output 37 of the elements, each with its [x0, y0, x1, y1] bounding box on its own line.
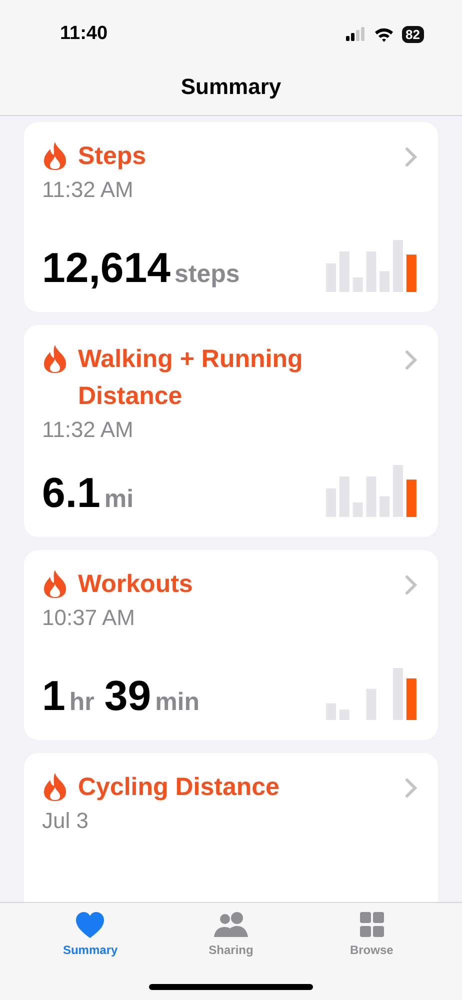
flame-icon	[42, 772, 68, 802]
card-time: 11:32 AM	[42, 417, 134, 443]
page-title: Summary	[180, 74, 282, 100]
metric-unit: min	[155, 688, 200, 717]
people-icon	[212, 911, 250, 939]
flame-icon	[42, 141, 68, 171]
tab-item[interactable]: Summary	[50, 911, 130, 963]
flame-icon	[42, 569, 68, 599]
chevron-icon	[404, 349, 418, 371]
card-time: 10:37 AM	[42, 605, 136, 631]
chevron-icon	[404, 777, 418, 799]
wifi-icon	[374, 26, 394, 42]
card-title: Workouts	[78, 569, 193, 600]
tab-item[interactable]: Sharing	[190, 911, 271, 963]
summary-card[interactable]: Steps 11:32 AM 12,614steps	[24, 122, 438, 312]
metric-unit: mi	[104, 485, 134, 514]
flame-icon	[42, 344, 68, 374]
summary-card[interactable]: Walking + Running Distance 11:32 AM 6.1 mi	[24, 325, 438, 537]
card-time: Jul 3	[42, 808, 90, 834]
metric-value: 12,614	[42, 244, 170, 292]
card-title: Cycling Distance	[78, 772, 280, 803]
card-time: 11:32 AM	[42, 177, 134, 203]
metric-value: 1	[42, 672, 66, 720]
card-title: Walking + Running Distance	[78, 344, 304, 412]
card-title: Steps	[78, 141, 146, 172]
summary-card[interactable]: Workouts 10:37 AM 1 hr 39 min	[24, 550, 438, 740]
signal-icon	[346, 27, 366, 41]
metric-value: 39	[104, 672, 152, 720]
battery-indicator: 82	[402, 26, 424, 42]
chevron-icon	[404, 146, 418, 168]
metric-unit: steps	[174, 260, 240, 289]
chevron-icon	[404, 574, 418, 596]
metric-value: 6.1	[42, 469, 100, 517]
tab-item[interactable]: Browse	[332, 911, 412, 963]
status-time: 11:40	[60, 23, 108, 45]
summary-card[interactable]: Cycling Distance Jul 3	[24, 753, 438, 902]
metric-unit: hr	[69, 688, 94, 717]
